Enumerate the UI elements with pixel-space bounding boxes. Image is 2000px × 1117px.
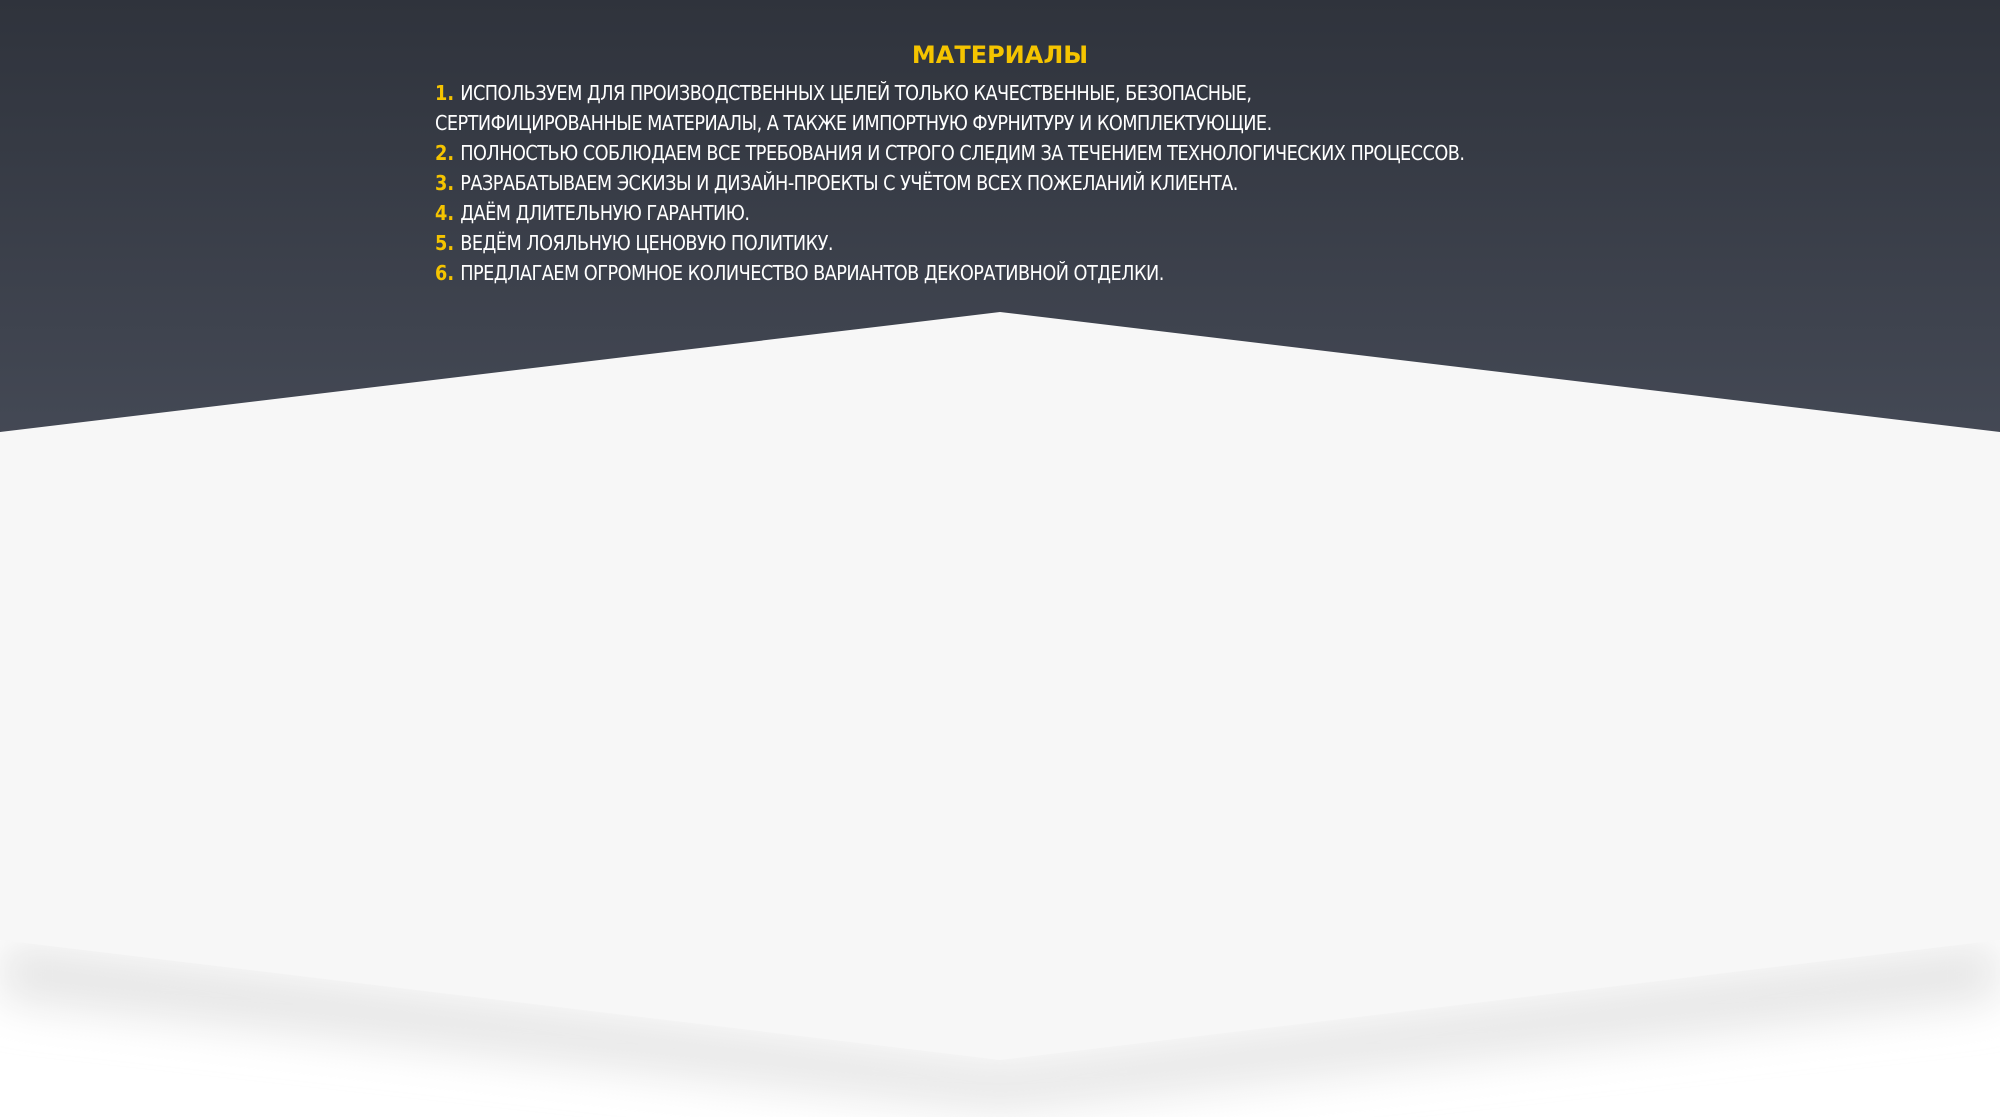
list-item: 6. ПРЕДЛАГАЕМ ОГРОМНОЕ КОЛИЧЕСТВО ВАРИАНТ…	[435, 258, 1586, 288]
page: МАТЕРИАЛЫ 1. ИСПОЛЬЗУЕМ ДЛЯ ПРОИЗВОДСТВЕН…	[0, 0, 2000, 1117]
item-number: 1.	[435, 81, 455, 105]
item-number: 6.	[435, 261, 455, 285]
item-text: ИСПОЛЬЗУЕМ ДЛЯ ПРОИЗВОДСТВЕННЫХ ЦЕЛЕЙ ТО…	[460, 81, 1252, 105]
list-item: 5. ВЕДЁМ ЛОЯЛЬНУЮ ЦЕНОВУЮ ПОЛИТИКУ.	[435, 228, 1586, 258]
item-text: ПОЛНОСТЬЮ СОБЛЮДАЕМ ВСЕ ТРЕБОВАНИЯ И СТР…	[460, 141, 1465, 165]
item-text: ДАЁМ ДЛИТЕЛЬНУЮ ГАРАНТИЮ.	[460, 201, 750, 225]
list-item: 4. ДАЁМ ДЛИТЕЛЬНУЮ ГАРАНТИЮ.	[435, 198, 1586, 228]
item-number: 4.	[435, 201, 455, 225]
item-text: ВЕДЁМ ЛОЯЛЬНУЮ ЦЕНОВУЮ ПОЛИТИКУ.	[460, 231, 833, 255]
item-text: ПРЕДЛАГАЕМ ОГРОМНОЕ КОЛИЧЕСТВО ВАРИАНТОВ…	[460, 261, 1164, 285]
materials-list: 1. ИСПОЛЬЗУЕМ ДЛЯ ПРОИЗВОДСТВЕННЫХ ЦЕЛЕЙ …	[435, 78, 1735, 288]
item-number: 2.	[435, 141, 455, 165]
light-panel	[0, 312, 2000, 1060]
section-title: МАТЕРИАЛЫ	[911, 41, 1089, 69]
item-text: РАЗРАБАТЫВАЕМ ЭСКИЗЫ И ДИЗАЙН-ПРОЕКТЫ С …	[460, 171, 1238, 195]
list-item: 1. ИСПОЛЬЗУЕМ ДЛЯ ПРОИЗВОДСТВЕННЫХ ЦЕЛЕЙ …	[435, 78, 1586, 138]
list-item: 3. РАЗРАБАТЫВАЕМ ЭСКИЗЫ И ДИЗАЙН-ПРОЕКТЫ …	[435, 168, 1586, 198]
list-item: 2. ПОЛНОСТЬЮ СОБЛЮДАЕМ ВСЕ ТРЕБОВАНИЯ И С…	[435, 138, 1586, 168]
item-text-continued: СЕРТИФИЦИРОВАННЫЕ МАТЕРИАЛЫ, А ТАКЖЕ ИМП…	[435, 111, 1272, 135]
item-number: 5.	[435, 231, 455, 255]
item-number: 3.	[435, 171, 455, 195]
